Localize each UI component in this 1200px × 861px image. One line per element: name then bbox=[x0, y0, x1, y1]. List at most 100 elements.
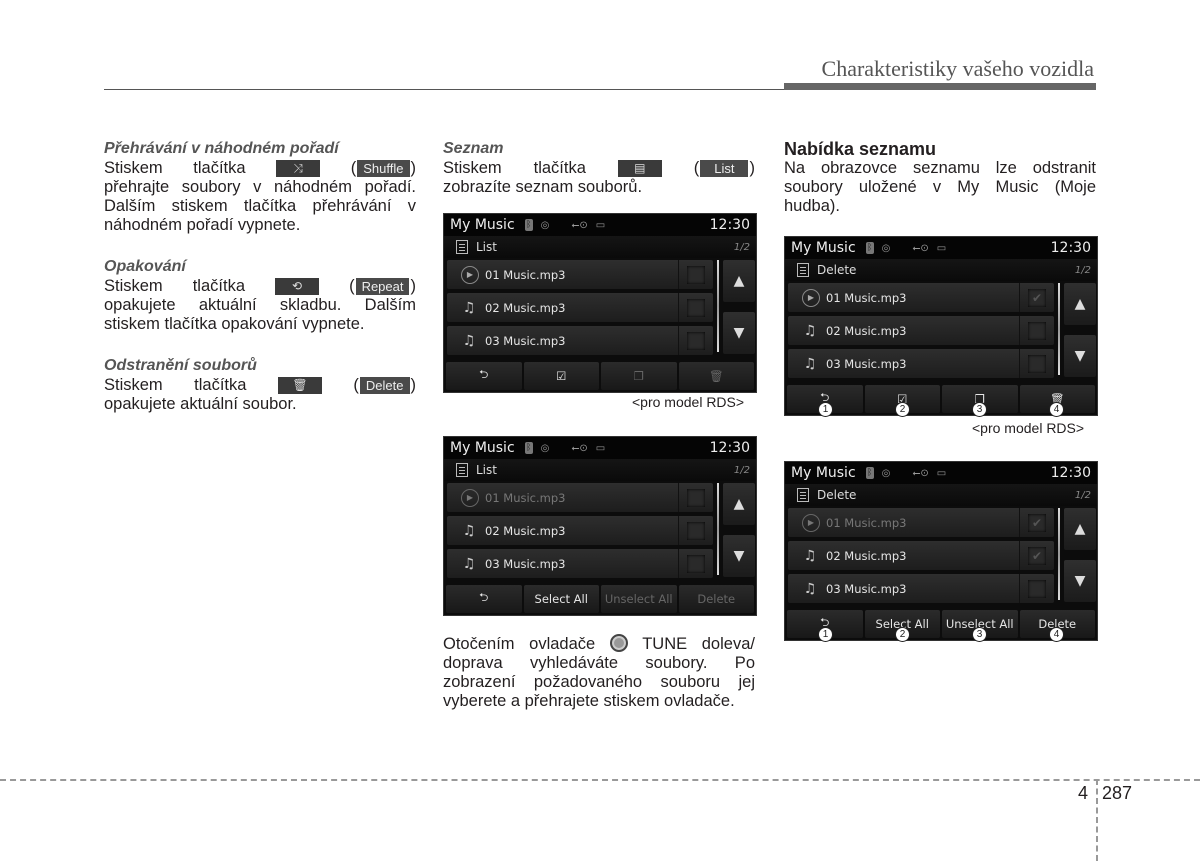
bottom-toolbar: ⮌ ☑ ❐ 🗑 bbox=[446, 362, 754, 390]
lead-word: Stiskem bbox=[104, 375, 163, 394]
status-icons: ᛒ ◎ ⭠⊙ ▭ bbox=[865, 467, 946, 479]
scroll-up-button[interactable]: ▲ bbox=[1064, 283, 1096, 325]
file-name: 01 Music.mp3 bbox=[485, 490, 566, 505]
checkbox-empty bbox=[687, 331, 705, 350]
select-all-icon: ☑ bbox=[556, 369, 567, 383]
file-name: 02 Music.mp3 bbox=[826, 548, 907, 563]
trash-icon: 🗑 bbox=[708, 369, 724, 383]
shuffle-chip: Shuffle bbox=[357, 159, 410, 177]
arrow-up-icon: ▲ bbox=[733, 496, 745, 512]
lead-word: tlačítka bbox=[193, 158, 246, 177]
arrow-up-icon: ▲ bbox=[1074, 296, 1086, 312]
scroll-up-button[interactable]: ▲ bbox=[1064, 508, 1096, 550]
clock: 12:30 bbox=[1050, 465, 1091, 481]
footer-divider bbox=[0, 779, 1200, 781]
file-name: 01 Music.mp3 bbox=[826, 290, 907, 305]
scroll-down-button[interactable]: ▼ bbox=[723, 312, 755, 354]
file-row[interactable]: ♫ 03 Music.mp3 bbox=[447, 326, 713, 355]
page-indicator: 1/2 bbox=[1074, 264, 1091, 276]
scrollbar[interactable] bbox=[717, 260, 719, 352]
page-indicator: 1/2 bbox=[733, 464, 750, 476]
lead-word: Stiskem bbox=[443, 158, 502, 177]
file-checkbox[interactable]: ✔ bbox=[1019, 508, 1054, 537]
scrollbar[interactable] bbox=[1058, 283, 1060, 375]
battery-icon: ▭ bbox=[936, 242, 947, 254]
file-row[interactable]: ▶ 01 Music.mp3 bbox=[447, 483, 713, 512]
file-row[interactable]: ♫ 03 Music.mp3 bbox=[788, 574, 1054, 603]
file-row[interactable]: ▶ 01 Music.mp3 ✔ bbox=[788, 508, 1054, 537]
scroll-up-button[interactable]: ▲ bbox=[723, 483, 755, 525]
page-number: 287 bbox=[1102, 783, 1133, 803]
list-mode-title: List bbox=[476, 240, 497, 254]
scroll-up-button[interactable]: ▲ bbox=[723, 260, 755, 302]
file-checkbox[interactable] bbox=[678, 260, 713, 289]
list-label: (List) bbox=[693, 158, 755, 177]
callout-marker: 3 bbox=[972, 402, 987, 417]
select-all-button[interactable]: Select All bbox=[523, 585, 599, 613]
file-name: 02 Music.mp3 bbox=[485, 523, 566, 538]
trash-icon: 🗑 bbox=[277, 376, 322, 394]
scroll-down-button[interactable]: ▼ bbox=[1064, 335, 1096, 377]
list-header: Delete 1/2 bbox=[785, 484, 1097, 506]
file-checkbox[interactable] bbox=[678, 549, 713, 578]
scroll-down-button[interactable]: ▼ bbox=[1064, 560, 1096, 602]
file-name: 01 Music.mp3 bbox=[485, 267, 566, 282]
back-button[interactable]: ⮌ bbox=[446, 585, 522, 613]
shuffle-lead: Stiskem tlačítka ⤨ (Shuffle) bbox=[104, 158, 416, 178]
lead-word: Stiskem bbox=[104, 276, 163, 295]
checkbox-empty bbox=[687, 265, 705, 284]
file-checkbox[interactable] bbox=[678, 516, 713, 545]
select-all-button[interactable]: ☑ bbox=[523, 362, 599, 390]
delete-button[interactable]: Delete bbox=[678, 585, 754, 613]
unselect-all-button[interactable]: ❐ bbox=[601, 362, 677, 390]
file-list: ▶ 01 Music.mp3 ✔ ♫ 02 Music.mp3 ✔ ♫ 03 Musi… bbox=[785, 506, 1097, 606]
status-bar: My Music ᛒ ◎ ⭠⊙ ▭ 12:30 bbox=[444, 214, 756, 236]
file-row[interactable]: ♫ 03 Music.mp3 bbox=[788, 349, 1054, 378]
repeat-label: (Repeat) bbox=[349, 276, 416, 295]
scrollbar[interactable] bbox=[1058, 508, 1060, 600]
file-checkbox[interactable] bbox=[1019, 349, 1054, 378]
file-row[interactable]: ♫ 02 Music.mp3 bbox=[788, 316, 1054, 345]
file-row[interactable]: ▶ 01 Music.mp3 bbox=[447, 260, 713, 289]
status-icons: ᛒ ◎ ⭠⊙ ▭ bbox=[865, 242, 947, 254]
trash-button[interactable]: 🗑 bbox=[678, 362, 754, 390]
list-chip: List bbox=[700, 159, 749, 177]
footer-vertical-divider bbox=[1096, 779, 1098, 861]
repeat-body: opakujete aktuální skladbu. Dalším stisk… bbox=[104, 296, 416, 333]
scroll-down-button[interactable]: ▼ bbox=[723, 535, 755, 577]
file-name: 03 Music.mp3 bbox=[485, 556, 566, 571]
music-screen: My Music ᛒ ◎ ⭠⊙ ▭ 12:30 Delete 1/2 ▶ 01 M… bbox=[784, 236, 1098, 416]
file-row[interactable]: ♫ 02 Music.mp3 ✔ bbox=[788, 541, 1054, 570]
file-checkbox[interactable] bbox=[678, 293, 713, 322]
header-rule bbox=[104, 89, 784, 90]
arrow-down-icon: ▼ bbox=[1074, 348, 1086, 364]
file-checkbox[interactable] bbox=[678, 326, 713, 355]
file-checkbox[interactable]: ✔ bbox=[1019, 283, 1054, 312]
unselect-all-button[interactable]: Unselect All bbox=[601, 585, 677, 613]
file-row[interactable]: ▶ 01 Music.mp3 ✔ bbox=[788, 283, 1054, 312]
file-row[interactable]: ♫ 02 Music.mp3 bbox=[447, 293, 713, 322]
bluetooth-icon: ᛒ bbox=[524, 442, 533, 454]
checkbox-empty bbox=[1028, 354, 1046, 373]
list-header: List 1/2 bbox=[444, 459, 756, 481]
file-checkbox[interactable]: ✔ bbox=[1019, 541, 1054, 570]
status-icons: ᛒ ◎ ⭠⊙ ▭ bbox=[524, 442, 605, 454]
scrollbar[interactable] bbox=[717, 483, 719, 575]
status-bar: My Music ᛒ ◎ ⭠⊙ ▭ 12:30 bbox=[785, 237, 1097, 259]
unselect-all-icon: ❐ bbox=[633, 369, 644, 383]
page-indicator: 1/2 bbox=[1074, 489, 1091, 501]
music-note-icon: ♫ bbox=[462, 522, 476, 539]
disc-icon: ◎ bbox=[881, 467, 891, 479]
list-mode-title: List bbox=[476, 463, 497, 477]
file-checkbox[interactable] bbox=[678, 483, 713, 512]
play-icon: ▶ bbox=[461, 488, 479, 507]
file-row[interactable]: ♫ 03 Music.mp3 bbox=[447, 549, 713, 578]
back-icon: ⮌ bbox=[479, 589, 489, 604]
tune-text-a: Otočením ovladače bbox=[443, 635, 596, 653]
play-icon: ▶ bbox=[461, 265, 479, 284]
file-checkbox[interactable] bbox=[1019, 574, 1054, 603]
file-checkbox[interactable] bbox=[1019, 316, 1054, 345]
arrow-down-icon: ▼ bbox=[1074, 573, 1086, 589]
back-button[interactable]: ⮌ bbox=[446, 362, 522, 390]
file-row[interactable]: ♫ 02 Music.mp3 bbox=[447, 516, 713, 545]
